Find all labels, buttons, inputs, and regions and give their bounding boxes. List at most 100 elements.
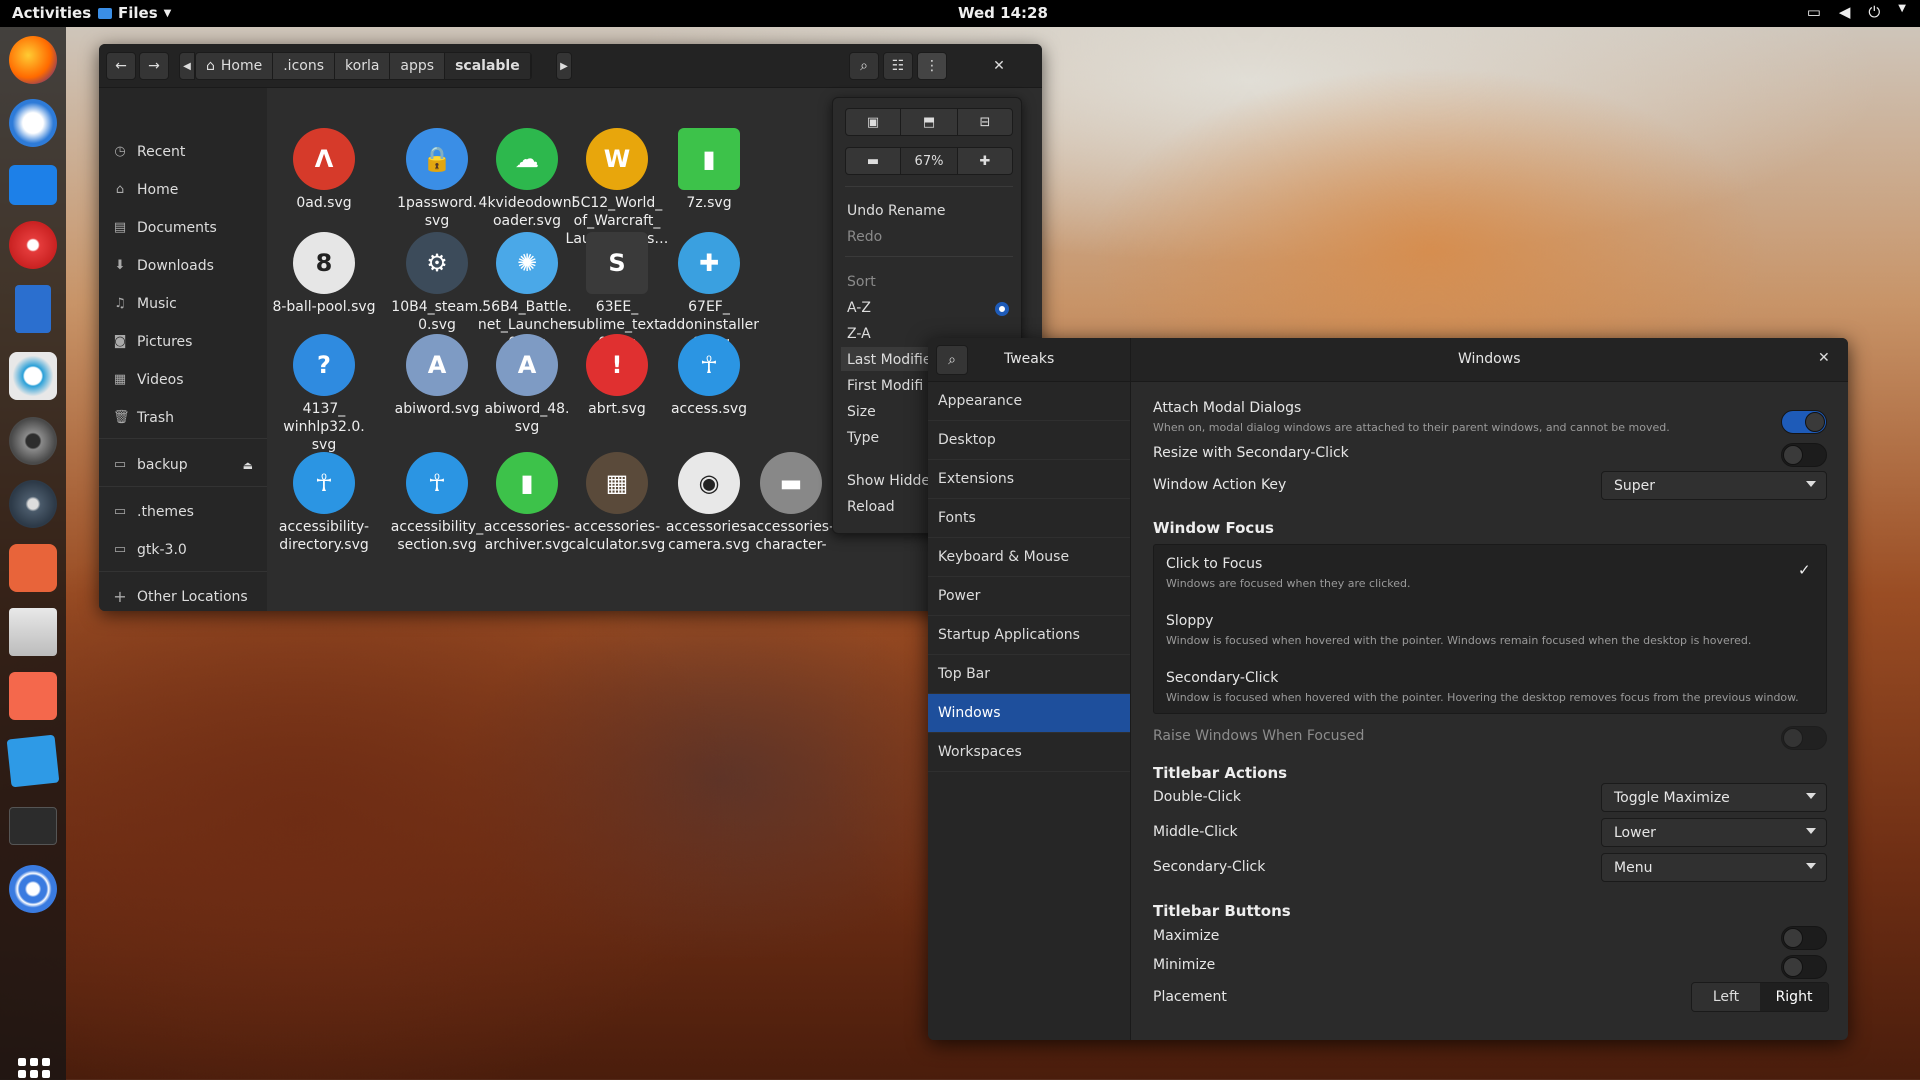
show-hidden-item[interactable]: Show Hidde [847,473,930,489]
software-icon[interactable] [9,352,57,400]
open-terminal-button[interactable]: ⊟ [957,108,1013,136]
radio-selected-icon[interactable] [995,302,1009,316]
reload-item[interactable]: Reload [847,499,895,515]
search-button[interactable]: ⌕ [849,52,879,80]
secondary-click-dropdown[interactable]: Menu [1601,853,1827,882]
image-viewer-icon[interactable] [6,734,60,788]
power-icon[interactable]: ⏻ [1868,3,1880,21]
system-tray[interactable]: ▭ ◀ ⏻ ▼ [1807,3,1906,21]
sort-first-modified-item[interactable]: First Modifi [847,378,923,394]
sidebar-item-extensions[interactable]: Extensions [928,460,1130,499]
sort-za-item[interactable]: Z-A [847,326,871,342]
new-folder-button[interactable]: ▣ [845,108,901,136]
file-item[interactable]: Λ 0ad.svg [267,128,381,212]
double-click-dropdown[interactable]: Toggle Maximize [1601,783,1827,812]
app-menu[interactable]: Files ▼ [98,4,171,22]
music-player-icon[interactable] [9,221,57,269]
file-item[interactable]: ▬ accessories- character- [734,452,848,554]
text-editor-icon[interactable] [9,608,57,656]
sort-type-item[interactable]: Type [847,430,879,446]
screenshot-icon[interactable] [9,672,57,720]
gimp-icon[interactable] [9,544,57,592]
undo-rename-item[interactable]: Undo Rename [847,203,945,219]
window-action-key-dropdown[interactable]: Super [1601,471,1827,500]
sort-az-item[interactable]: A-Z [847,300,871,316]
breadcrumb-korla[interactable]: korla [335,53,391,79]
sidebar-item-gtk[interactable]: ▭ gtk-3.0 [113,542,187,558]
screen-icon[interactable]: ▭ [1807,3,1821,21]
eject-icon[interactable]: ⏏ [243,459,253,472]
file-item[interactable]: ☥ accessibility- directory.svg [267,452,381,554]
sidebar-item-pictures[interactable]: ◙ Pictures [113,334,193,350]
resize-secondary-switch[interactable] [1781,443,1827,467]
sidebar-item-recent[interactable]: ◷ Recent [113,144,185,160]
view-toggle-button[interactable]: ☷ [883,52,913,80]
file-item[interactable]: 8 8-ball-pool.svg [267,232,381,316]
maximize-switch[interactable] [1781,926,1827,950]
system-settings-icon[interactable] [9,480,57,528]
tweaks-sidebar: Appearance Desktop Extensions Fonts Keyb… [928,382,1130,1040]
thunderbird-icon[interactable] [9,99,57,147]
sidebar-item-other-locations[interactable]: + Other Locations [113,589,247,606]
focus-option-sloppy[interactable]: Sloppy Window is focused when hovered wi… [1154,601,1826,658]
sidebar-item-trash[interactable]: 🗑 Trash [113,410,174,426]
activities-button[interactable]: Activities [12,4,91,22]
sidebar-item-keyboard-mouse[interactable]: Keyboard & Mouse [928,538,1130,577]
forward-button[interactable]: → [139,52,169,80]
breadcrumb-scalable[interactable]: scalable [445,53,531,79]
placement-right-button[interactable]: Right [1760,983,1828,1011]
close-icon[interactable]: ✕ [1818,350,1830,366]
middle-click-dropdown[interactable]: Lower [1601,818,1827,847]
sidebar-item-power[interactable]: Power [928,577,1130,616]
search-button[interactable]: ⌕ [936,345,968,375]
show-applications-button[interactable] [18,1058,50,1080]
chevron-down-icon[interactable]: ▼ [1898,3,1906,21]
sidebar-item-home[interactable]: ⌂ Home [113,182,178,198]
writer-icon[interactable] [15,285,51,333]
path-scroll-right-button[interactable]: ▶ [556,52,572,80]
raise-windows-switch[interactable] [1781,726,1827,750]
sidebar-item-fonts[interactable]: Fonts [928,499,1130,538]
focus-option-secondary-click[interactable]: Secondary-Click Window is focused when h… [1154,658,1826,714]
sidebar-item-themes[interactable]: ▭ .themes [113,504,194,520]
sidebar-item-music[interactable]: ♫ Music [113,296,177,312]
zoom-in-button[interactable]: ✚ [957,147,1013,175]
sort-size-item[interactable]: Size [847,404,876,420]
file-item[interactable]: ☥ access.svg [652,334,766,418]
bookmark-button[interactable]: ⬒ [900,108,958,136]
sidebar-item-top-bar[interactable]: Top Bar [928,655,1130,694]
breadcrumb-apps[interactable]: apps [390,53,446,79]
back-button[interactable]: ← [106,52,136,80]
clock[interactable]: Wed 14:28 [958,4,1048,22]
sidebar-item-workspaces[interactable]: Workspaces [928,733,1130,772]
minimize-switch[interactable] [1781,955,1827,979]
files-icon[interactable] [9,165,57,205]
file-item[interactable]: ? 4137_ winhlp32.0. svg [267,334,381,454]
sidebar-item-startup-applications[interactable]: Startup Applications [928,616,1130,655]
sidebar-item-documents[interactable]: ▤ Documents [113,220,217,236]
chromium-icon[interactable] [9,865,57,913]
close-button[interactable]: ✕ [984,52,1014,80]
volume-icon[interactable]: ◀ [1839,3,1851,21]
sidebar-item-videos[interactable]: ▦ Videos [113,372,184,388]
zoom-out-button[interactable]: ▬ [845,147,901,175]
file-item[interactable]: ▮ 7z.svg [652,128,766,212]
sidebar-item-windows[interactable]: Windows [928,694,1130,733]
sidebar-item-downloads[interactable]: ⬇ Downloads [113,258,214,274]
breadcrumb-home[interactable]: ⌂ Home [196,53,274,79]
attach-modal-switch[interactable] [1781,410,1827,434]
sidebar-item-backup[interactable]: ▭ backup ⏏ [113,457,253,473]
terminal-icon[interactable] [9,807,57,845]
breadcrumb-icons[interactable]: .icons [273,53,336,79]
menu-button[interactable]: ⋮ [917,52,947,80]
sort-last-modified-item[interactable]: Last Modifie [847,352,931,368]
focus-option-click[interactable]: Click to Focus Windows are focused when … [1154,545,1826,601]
sidebar-item-appearance[interactable]: Appearance [928,382,1130,421]
settings-icon[interactable] [9,417,57,465]
path-scroll-left-button[interactable]: ◀ [179,52,195,80]
zoom-level[interactable]: 67% [900,147,958,175]
firefox-icon[interactable] [9,36,57,84]
placement-left-button[interactable]: Left [1692,983,1760,1011]
redo-item[interactable]: Redo [847,229,882,245]
sidebar-item-desktop[interactable]: Desktop [928,421,1130,460]
